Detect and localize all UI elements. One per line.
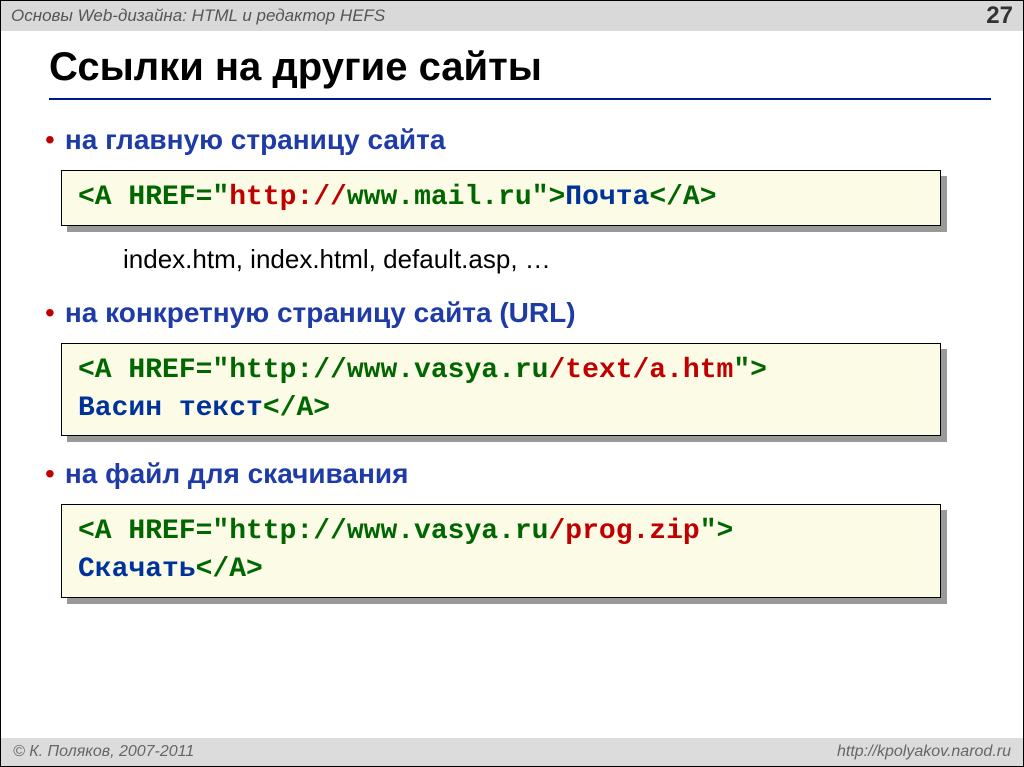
code-3-seg-1: /prog.zip	[548, 516, 699, 547]
title-underline	[49, 98, 991, 100]
code-2-seg-1: /text/a.htm	[548, 355, 733, 386]
code-block-3: <A HREF="http://www.vasya.ru/prog.zip"> С…	[61, 504, 941, 598]
code-3-seg-3: Скачать	[78, 554, 196, 585]
bullet-dot-icon: •	[45, 126, 55, 154]
note-1: index.htm, index.html, default.asp, …	[123, 244, 979, 275]
code-3-seg-4: </A>	[196, 554, 263, 585]
bullet-2: • на конкретную страницу сайта (URL)	[45, 297, 979, 329]
code-block-1: <A HREF="http://www.mail.ru">Почта</A>	[61, 170, 941, 226]
bullet-dot-icon: •	[45, 299, 55, 327]
code-1-seg-0: <A HREF="	[78, 182, 229, 213]
content: • на главную страницу сайта <A HREF="htt…	[1, 106, 1023, 738]
code-1-seg-4: </A>	[649, 182, 716, 213]
code-1-seg-3: Почта	[565, 182, 649, 213]
slide: Основы Web-дизайна: HTML и редактор HEFS…	[0, 0, 1024, 767]
code-2-seg-4: </A>	[263, 393, 330, 424]
footer-left: © К. Поляков, 2007-2011	[13, 743, 194, 761]
code-2: <A HREF="http://www.vasya.ru/text/a.htm"…	[61, 343, 941, 437]
slide-title: Ссылки на другие сайты	[49, 45, 991, 90]
bullet-2-text: на конкретную страницу сайта (URL)	[65, 297, 576, 329]
code-1-seg-1: http://	[229, 182, 347, 213]
footer-right: http://kpolyakov.narod.ru	[837, 743, 1011, 761]
bullet-dot-icon: •	[45, 460, 55, 488]
title-block: Ссылки на другие сайты	[1, 31, 1023, 106]
bullet-1-text: на главную страницу сайта	[65, 124, 446, 156]
bullet-3: • на файл для скачивания	[45, 458, 979, 490]
course-title: Основы Web-дизайна: HTML и редактор HEFS	[11, 6, 385, 26]
footer: © К. Поляков, 2007-2011 http://kpolyakov…	[1, 738, 1023, 766]
code-2-seg-2: ">	[733, 355, 767, 386]
page-number: 27	[986, 2, 1013, 30]
bullet-3-text: на файл для скачивания	[65, 458, 409, 490]
topbar: Основы Web-дизайна: HTML и редактор HEFS…	[1, 1, 1023, 31]
code-3-seg-2: ">	[700, 516, 734, 547]
code-2-seg-3: Васин текст	[78, 393, 263, 424]
bullet-1: • на главную страницу сайта	[45, 124, 979, 156]
code-1-seg-2: www.mail.ru">	[347, 182, 565, 213]
code-2-seg-0: <A HREF="http://www.vasya.ru	[78, 355, 548, 386]
code-1: <A HREF="http://www.mail.ru">Почта</A>	[61, 170, 941, 226]
code-3: <A HREF="http://www.vasya.ru/prog.zip"> С…	[61, 504, 941, 598]
code-3-seg-0: <A HREF="http://www.vasya.ru	[78, 516, 548, 547]
code-block-2: <A HREF="http://www.vasya.ru/text/a.htm"…	[61, 343, 941, 437]
